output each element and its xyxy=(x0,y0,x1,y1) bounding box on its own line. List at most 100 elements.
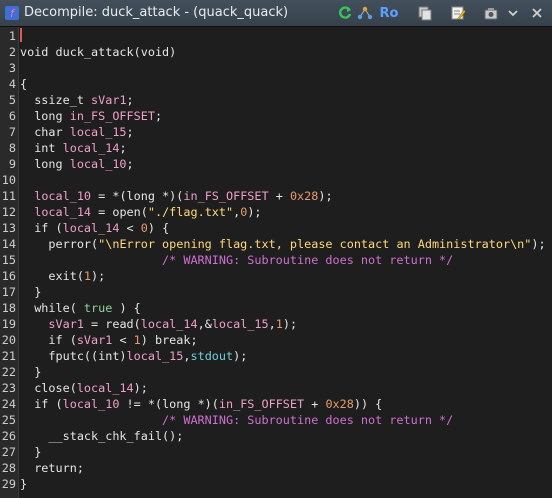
code-token: + xyxy=(268,189,290,203)
read-only-toggle[interactable]: Ro xyxy=(378,4,400,22)
code-token: , xyxy=(268,317,276,331)
line-number: 3 xyxy=(8,61,16,75)
line-number: 28 xyxy=(1,461,16,475)
snapshot-icon[interactable] xyxy=(482,4,500,22)
refresh-icon[interactable] xyxy=(336,4,354,22)
code-token: ); xyxy=(233,349,248,363)
code-token: /* WARNING: Subroutine does not return *… xyxy=(162,253,454,267)
code-token: local_14 xyxy=(62,141,120,155)
code-token: if ( xyxy=(20,221,63,235)
code-line[interactable]: 25 /* WARNING: Subroutine does not retur… xyxy=(0,412,552,428)
code-line[interactable]: 11 local_10 = *(long *)(in_FS_OFFSET + 0… xyxy=(0,188,552,204)
code-token: ); xyxy=(531,237,546,251)
line-number: 18 xyxy=(1,301,16,315)
code-token: exit( xyxy=(20,269,84,283)
code-token: return; xyxy=(20,461,84,475)
code-text: /* WARNING: Subroutine does not return *… xyxy=(20,252,453,268)
code-token: ) break; xyxy=(140,333,198,347)
code-line[interactable]: 27 } xyxy=(0,444,552,460)
code-token: 0x28 xyxy=(289,189,319,203)
code-line[interactable]: 12 local_14 = open("./flag.txt",0); xyxy=(0,204,552,220)
code-line[interactable]: 2 void duck_attack(void) xyxy=(0,44,552,60)
line-number: 4 xyxy=(8,77,16,91)
code-token: ,& xyxy=(197,317,212,331)
code-token: + xyxy=(304,397,326,411)
text-cursor xyxy=(20,28,22,42)
code-token: = open( xyxy=(91,205,148,219)
code-line[interactable]: 5 ssize_t sVar1; xyxy=(0,92,552,108)
code-line[interactable]: 9 long local_10; xyxy=(0,156,552,172)
code-line[interactable]: 4{ xyxy=(0,76,552,92)
code-text: { xyxy=(20,76,27,92)
code-token: < xyxy=(119,221,141,235)
code-text: if (local_10 != *(long *)(in_FS_OFFSET +… xyxy=(20,396,382,412)
code-line[interactable]: 24 if (local_10 != *(long *)(in_FS_OFFSE… xyxy=(0,396,552,412)
code-token: ; xyxy=(154,109,163,123)
code-line[interactable]: 22 } xyxy=(0,364,552,380)
code-token: = read( xyxy=(83,317,141,331)
code-line[interactable]: 3 xyxy=(0,60,552,76)
window-title: Decompile: duck_attack - (quack_quack) xyxy=(24,5,289,20)
window-titlebar[interactable]: f Decompile: duck_attack - (quack_quack)… xyxy=(0,0,552,27)
code-line[interactable]: 17 } xyxy=(0,284,552,300)
code-line[interactable]: 20 if (sVar1 < 1) break; xyxy=(0,332,552,348)
code-line[interactable]: 14 perror("\nError opening flag.txt, ple… xyxy=(0,236,552,252)
code-token: if ( xyxy=(20,397,63,411)
decompiler-code-view[interactable]: 1 2 void duck_attack(void) 3 4{5 ssize_t sVa… xyxy=(0,27,552,498)
code-token: true xyxy=(83,301,113,315)
code-line[interactable]: 7 char local_15; xyxy=(0,124,552,140)
code-text: int local_14; xyxy=(20,140,126,156)
code-token: local_10 xyxy=(34,189,92,203)
line-number: 13 xyxy=(1,221,16,235)
graph-icon[interactable] xyxy=(356,4,374,22)
code-line[interactable]: 13 if (local_14 < 0) { xyxy=(0,220,552,236)
code-token: "./flag.txt" xyxy=(147,205,234,219)
code-line[interactable]: 15 /* WARNING: Subroutine does not retur… xyxy=(0,252,552,268)
code-line[interactable]: 28 return; xyxy=(0,460,552,476)
code-token: 1 xyxy=(83,269,92,283)
edit-icon[interactable] xyxy=(449,4,467,22)
close-icon[interactable] xyxy=(528,4,546,22)
code-line[interactable]: 8 int local_14; xyxy=(0,140,552,156)
code-token: in_FS_OFFSET xyxy=(69,109,155,123)
code-text: __stack_chk_fail(); xyxy=(20,428,183,444)
copy-icon[interactable] xyxy=(416,4,434,22)
code-line[interactable]: 10 xyxy=(0,172,552,188)
line-number: 8 xyxy=(8,141,16,155)
code-line[interactable]: 6 long in_FS_OFFSET; xyxy=(0,108,552,124)
code-token: = *(long *)( xyxy=(91,189,184,203)
code-token: != *(long *)( xyxy=(119,397,219,411)
code-token: ssize_t xyxy=(20,93,92,107)
line-number: 16 xyxy=(1,269,16,283)
code-text: fputc((int)local_15,stdout); xyxy=(20,348,247,364)
code-line[interactable]: 19 sVar1 = read(local_14,&local_15,1); xyxy=(0,316,552,332)
code-text: close(local_14); xyxy=(20,380,148,396)
code-line[interactable]: 16 exit(1); xyxy=(0,268,552,284)
line-number: 21 xyxy=(1,349,16,363)
line-number: 25 xyxy=(1,413,16,427)
decompiler-icon: f xyxy=(4,5,20,21)
code-token: ); xyxy=(133,381,148,395)
code-line[interactable]: 23 close(local_14); xyxy=(0,380,552,396)
code-token: in_FS_OFFSET xyxy=(183,189,269,203)
code-line[interactable]: 26 __stack_chk_fail(); xyxy=(0,428,552,444)
code-line[interactable]: 21 fputc((int)local_15,stdout); xyxy=(0,348,552,364)
code-line[interactable]: 18 while( true ) { xyxy=(0,300,552,316)
code-token: 1 xyxy=(133,333,141,347)
code-text: while( true ) { xyxy=(20,300,141,316)
code-line[interactable]: 29} xyxy=(0,476,552,492)
code-line[interactable]: 1 xyxy=(0,28,552,44)
code-token: { xyxy=(20,77,28,91)
code-token: 0x28 xyxy=(325,397,354,411)
code-token: < xyxy=(112,333,134,347)
code-token: )) { xyxy=(353,397,383,411)
menu-chevron-down-icon[interactable] xyxy=(504,4,522,22)
code-token: 0 xyxy=(140,221,148,235)
code-token: ) { xyxy=(112,301,141,315)
code-token: ) { xyxy=(147,221,170,235)
code-token: perror( xyxy=(20,237,99,251)
code-text: char local_15; xyxy=(20,124,133,140)
line-number: 1 xyxy=(8,29,16,43)
